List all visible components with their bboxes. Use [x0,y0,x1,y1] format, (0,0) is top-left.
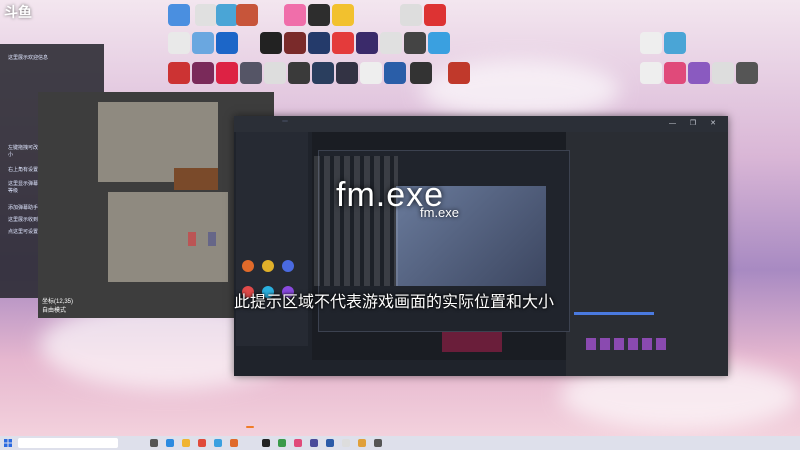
taskbar-app-icon[interactable] [294,439,302,447]
desktop-icon[interactable] [736,62,758,84]
desktop-icon[interactable] [195,4,217,26]
desktop-icon[interactable] [192,32,214,54]
taskbar-app-icon[interactable] [214,439,222,447]
taskbar [0,436,800,450]
desktop-icon[interactable] [284,32,306,54]
progress-bar [574,312,654,315]
app-badge[interactable] [282,120,288,122]
desktop-icon[interactable] [332,32,354,54]
app-titlebar[interactable]: — ❐ ✕ [234,116,728,132]
panel-line: 这里展示欢迎信息 [8,55,49,61]
desktop-icon[interactable] [260,32,282,54]
douyu-logo: 斗鱼 [4,4,32,20]
taskbar-app-icon[interactable] [342,439,350,447]
desktop-icon[interactable] [640,32,662,54]
desktop-icon[interactable] [664,32,686,54]
desktop-icon[interactable] [288,62,310,84]
taskbar-tooltip [246,426,254,428]
taskbar-app-icon[interactable] [230,439,238,447]
desktop-icon[interactable] [308,4,330,26]
game-stairs [174,168,218,190]
desktop-icon[interactable] [236,4,258,26]
game-coordinates: 坐标(12,35) [42,299,74,305]
desktop-icon[interactable] [168,62,190,84]
xbox-icon[interactable] [278,439,286,447]
desktop-icon[interactable] [380,32,402,54]
desktop-icon[interactable] [448,62,470,84]
tool-icon[interactable] [242,260,254,272]
desktop-icon[interactable] [712,62,734,84]
desktop-icon[interactable] [664,62,686,84]
desktop-icon[interactable] [404,32,426,54]
desktop-icon[interactable] [284,4,306,26]
game-mode-label: 自由模式 [42,308,67,314]
taskbar-app-icon[interactable] [358,439,366,447]
taskbar-app-icon[interactable] [198,439,206,447]
taskbar-app-icon[interactable] [310,439,318,447]
desktop-icon[interactable] [332,4,354,26]
game-character [188,232,196,246]
desktop-icon[interactable] [688,62,710,84]
steam-icon[interactable] [262,439,270,447]
desktop-icon[interactable] [400,4,422,26]
edge-icon[interactable] [166,439,174,447]
desktop-icon[interactable] [356,32,378,54]
desktop-icon[interactable] [192,62,214,84]
app-right-panel[interactable] [566,132,728,376]
avatar-row[interactable] [586,338,666,350]
overlay-caption: 此提示区域不代表游戏画面的实际位置和大小 [234,294,555,311]
window-controls[interactable]: — ❐ ✕ [669,119,722,127]
desktop-icon[interactable] [428,32,450,54]
game-character [208,232,216,246]
desktop-icon[interactable] [168,4,190,26]
windows-start-icon[interactable] [4,439,12,447]
desktop-icon[interactable] [216,32,238,54]
app-side-panel[interactable] [236,132,308,346]
desktop-icon[interactable] [360,62,382,84]
desktop-icon[interactable] [424,4,446,26]
desktop-icon[interactable] [308,32,330,54]
desktop-icon[interactable] [410,62,432,84]
desktop-icon[interactable] [216,4,238,26]
task-view-icon[interactable] [150,439,158,447]
taskbar-app-icon[interactable] [374,439,382,447]
folder-icon[interactable] [182,439,190,447]
overlay-title-echo: fm.exe [420,205,460,220]
desktop-icon[interactable] [168,32,190,54]
desktop-icon[interactable] [264,62,286,84]
desktop-icon[interactable] [216,62,238,84]
tool-icon[interactable] [262,260,274,272]
taskbar-app-icon[interactable] [326,439,334,447]
desktop-icon-grid [160,0,800,90]
desktop-icon[interactable] [384,62,406,84]
tool-icon[interactable] [282,260,294,272]
desktop-icon[interactable] [240,62,262,84]
desktop-icon[interactable] [640,62,662,84]
taskbar-search-input[interactable] [18,438,118,448]
desktop-icon[interactable] [336,62,358,84]
desktop-icon[interactable] [312,62,334,84]
